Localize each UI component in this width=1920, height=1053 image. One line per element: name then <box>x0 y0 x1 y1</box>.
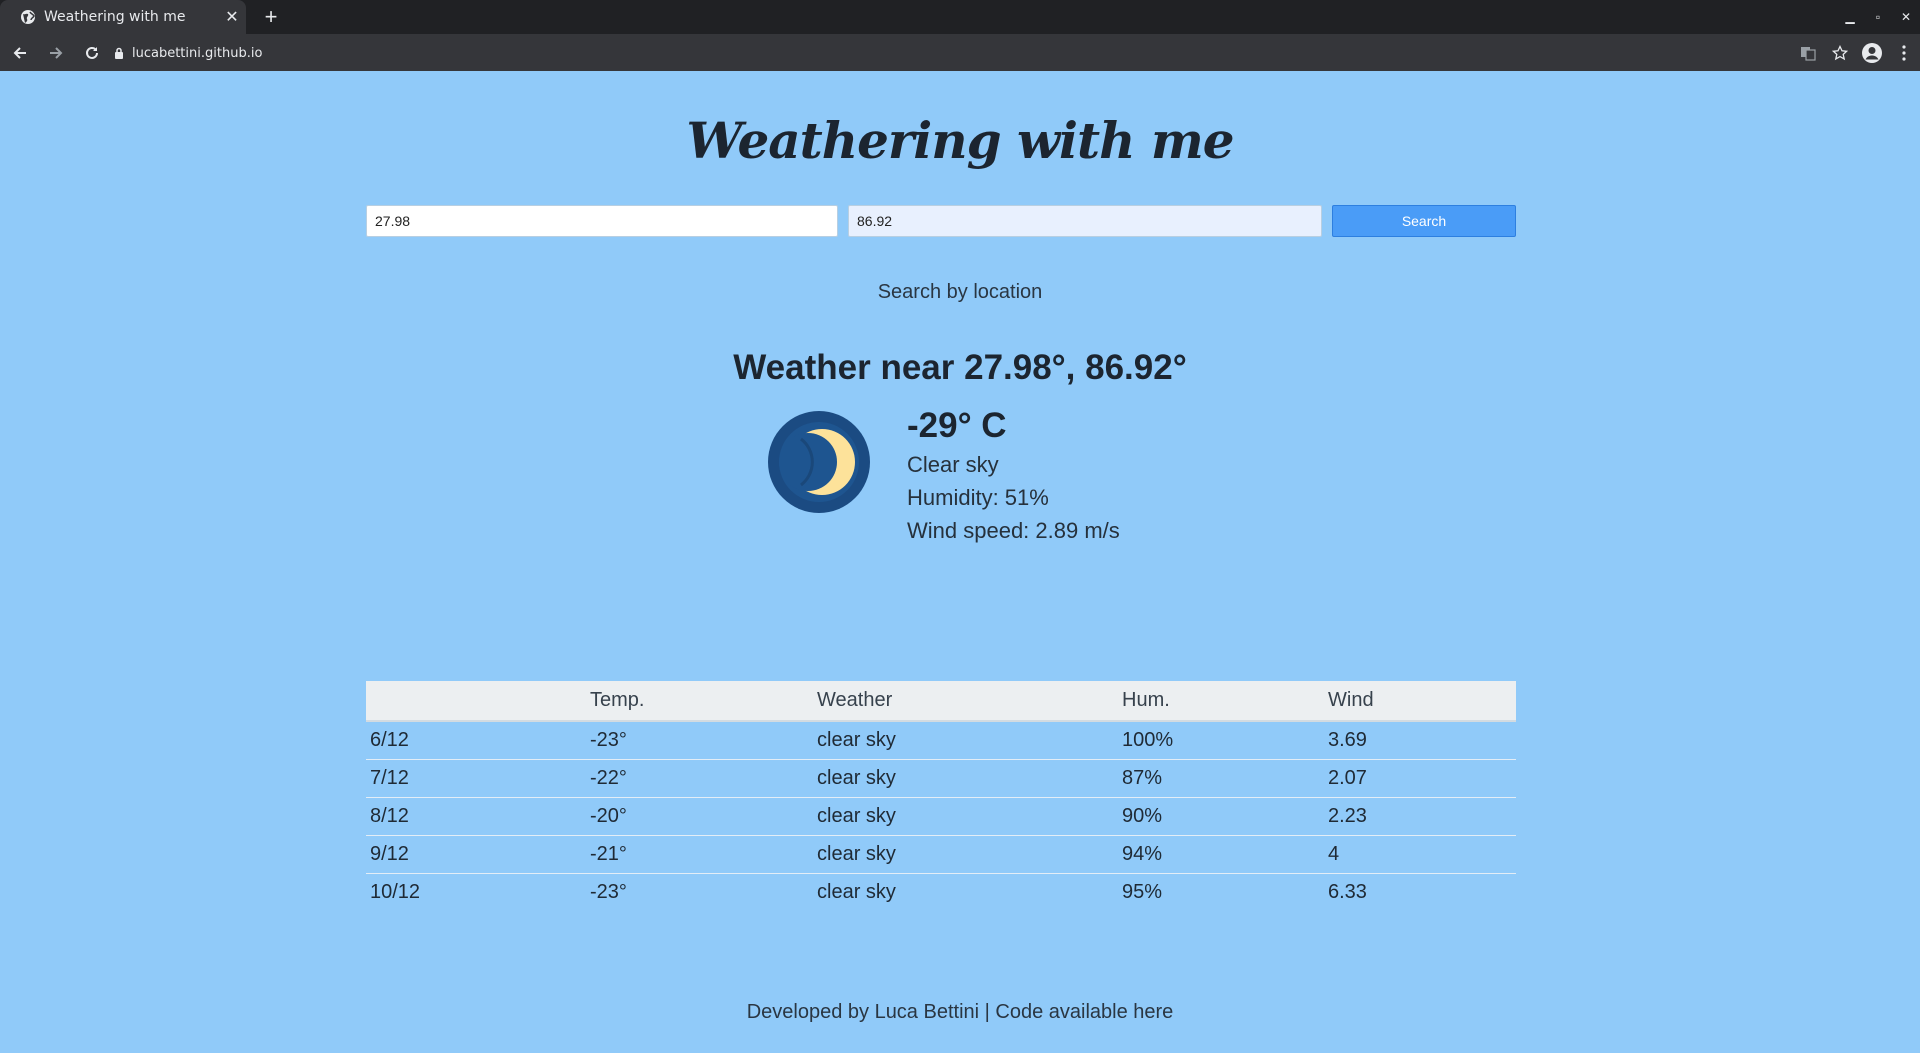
table-cell: clear sky <box>813 721 1118 760</box>
table-cell: clear sky <box>813 835 1118 874</box>
new-tab-plus-icon[interactable]: + <box>258 5 284 29</box>
table-cell: clear sky <box>813 797 1118 836</box>
table-cell: clear sky <box>817 881 896 903</box>
tab-title: Weathering with me <box>44 9 186 25</box>
page-content: Weathering with me Search Search by loca… <box>0 71 1920 1053</box>
table-cell: 10/12 <box>370 881 421 903</box>
forward-arrow-icon[interactable] <box>40 37 72 69</box>
weather-heading: Weather near 27.98°, 86.92° <box>733 348 1187 387</box>
search-button[interactable]: Search <box>1332 205 1516 237</box>
moon-icon <box>768 411 870 513</box>
tab-close-icon[interactable]: ✕ <box>218 7 246 27</box>
table-cell: -23° <box>590 881 627 903</box>
table-cell: 2.07 <box>1324 759 1516 798</box>
table-header-cell: Weather <box>813 681 1118 722</box>
table-cell: 100% <box>1118 721 1324 760</box>
table-row: 6/12 -23° clear sky 100% 3.69 <box>366 721 1516 760</box>
url-text: lucabettini.github.io <box>132 45 263 61</box>
table-cell: 6.33 <box>1328 881 1367 903</box>
table-cell: 95% <box>1122 881 1163 903</box>
table-row: 9/12 -21° clear sky 94% 4 <box>366 835 1516 874</box>
table-header-cell: Temp. <box>586 681 813 722</box>
table-cell: 87% <box>1118 759 1324 798</box>
back-arrow-icon[interactable] <box>4 37 36 69</box>
search-form: Search <box>366 205 1516 237</box>
current-description: Clear sky <box>907 452 999 477</box>
latitude-input[interactable] <box>366 205 838 237</box>
current-temperature: -29° C <box>907 406 1007 445</box>
table-cell: 3.69 <box>1324 721 1516 760</box>
table-cell: 90% <box>1118 797 1324 836</box>
table-row: 7/12 -22° clear sky 87% 2.07 <box>366 759 1516 798</box>
search-by-location-link[interactable]: Search by location <box>0 281 1920 304</box>
table-row: 10/12 -23° clear sky 95% 6.33 <box>366 874 1516 912</box>
window-controls: ▁ ▫ ✕ <box>1836 0 1920 34</box>
table-header-row: Temp. Weather Hum. Wind <box>366 681 1516 722</box>
current-wind: Wind speed: 2.89 m/s <box>907 518 1120 543</box>
more-menu-icon[interactable] <box>1888 37 1920 69</box>
footer-credits[interactable]: Developed by Luca Bettini | Code availab… <box>0 1001 1920 1024</box>
maximize-icon[interactable]: ▫ <box>1864 10 1892 24</box>
globe-icon <box>21 10 35 24</box>
current-humidity: Humidity: 51% <box>907 485 1049 510</box>
table-row: 8/12 -20° clear sky 90% 2.23 <box>366 797 1516 836</box>
reload-icon[interactable] <box>76 37 108 69</box>
longitude-input[interactable] <box>848 205 1322 237</box>
translate-icon[interactable] <box>1792 37 1824 69</box>
browser-tab[interactable]: Weathering with me ✕ <box>0 0 246 34</box>
table-cell: -22° <box>586 759 813 798</box>
table-header-cell: Wind <box>1324 681 1516 722</box>
table-cell: -21° <box>586 835 813 874</box>
table-cell: -20° <box>586 797 813 836</box>
window-close-icon[interactable]: ✕ <box>1892 10 1920 24</box>
table-cell: 4 <box>1324 835 1516 874</box>
table-cell: clear sky <box>813 759 1118 798</box>
current-conditions: -29° C Clear sky Humidity: 51% Wind spee… <box>907 404 1120 547</box>
lock-icon <box>115 47 123 59</box>
site-title: Weathering with me <box>686 111 1234 170</box>
minimize-icon[interactable]: ▁ <box>1836 10 1864 24</box>
address-bar[interactable]: lucabettini.github.io <box>114 38 1754 68</box>
browser-tab-bar: Weathering with me ✕ + ▁ ▫ ✕ <box>0 0 1920 34</box>
table-cell: 2.23 <box>1324 797 1516 836</box>
forecast-table: Temp. Weather Hum. Wind 6/12 -23° clear … <box>366 681 1516 911</box>
table-cell: 94% <box>1118 835 1324 874</box>
table-header-cell <box>366 681 586 722</box>
table-cell: 7/12 <box>366 759 586 798</box>
table-header-cell: Hum. <box>1118 681 1324 722</box>
browser-toolbar: lucabettini.github.io <box>0 34 1920 71</box>
bookmark-star-icon[interactable] <box>1824 37 1856 69</box>
toolbar-actions <box>1792 34 1920 71</box>
table-cell: 8/12 <box>366 797 586 836</box>
table-cell: 9/12 <box>366 835 586 874</box>
table-cell: 6/12 <box>366 721 586 760</box>
table-cell: -23° <box>586 721 813 760</box>
profile-avatar-icon[interactable] <box>1856 37 1888 69</box>
